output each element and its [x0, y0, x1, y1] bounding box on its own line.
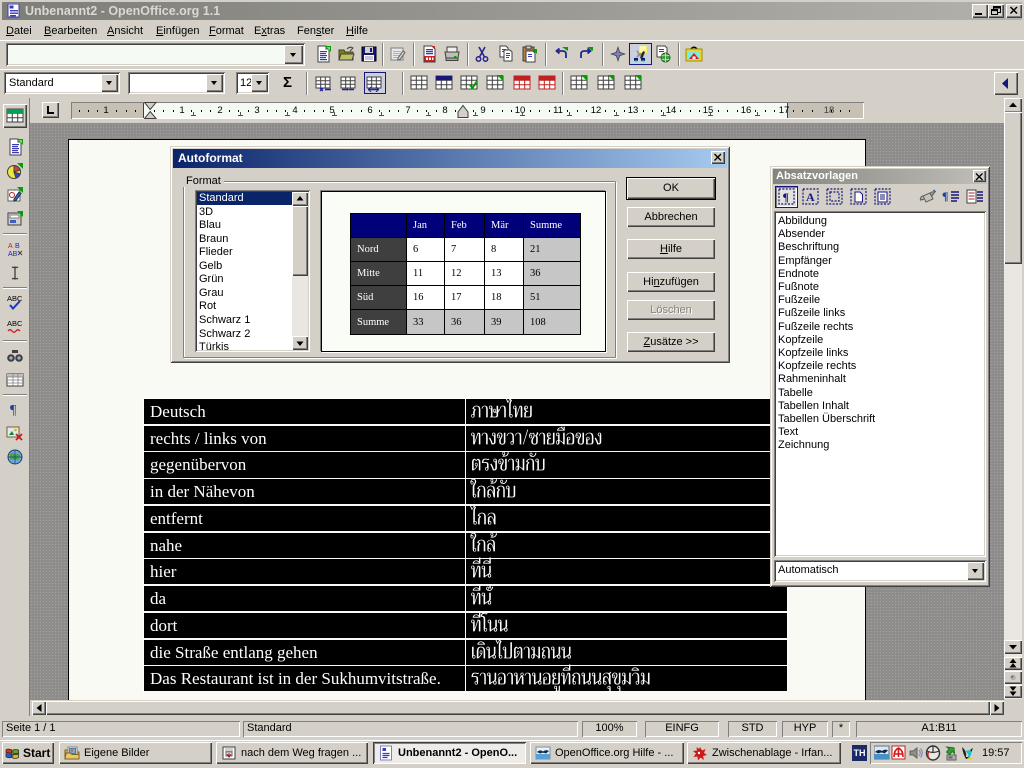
svg-text:¶: ¶ — [10, 403, 17, 418]
svg-text:A: A — [8, 243, 13, 250]
svg-text:AB: AB — [8, 251, 18, 258]
svg-text:B: B — [15, 243, 20, 250]
svg-text:ABC: ABC — [7, 319, 23, 328]
svg-text:A: A — [806, 190, 815, 204]
svg-text:¶: ¶ — [782, 190, 788, 204]
svg-text:¶: ¶ — [942, 189, 948, 203]
